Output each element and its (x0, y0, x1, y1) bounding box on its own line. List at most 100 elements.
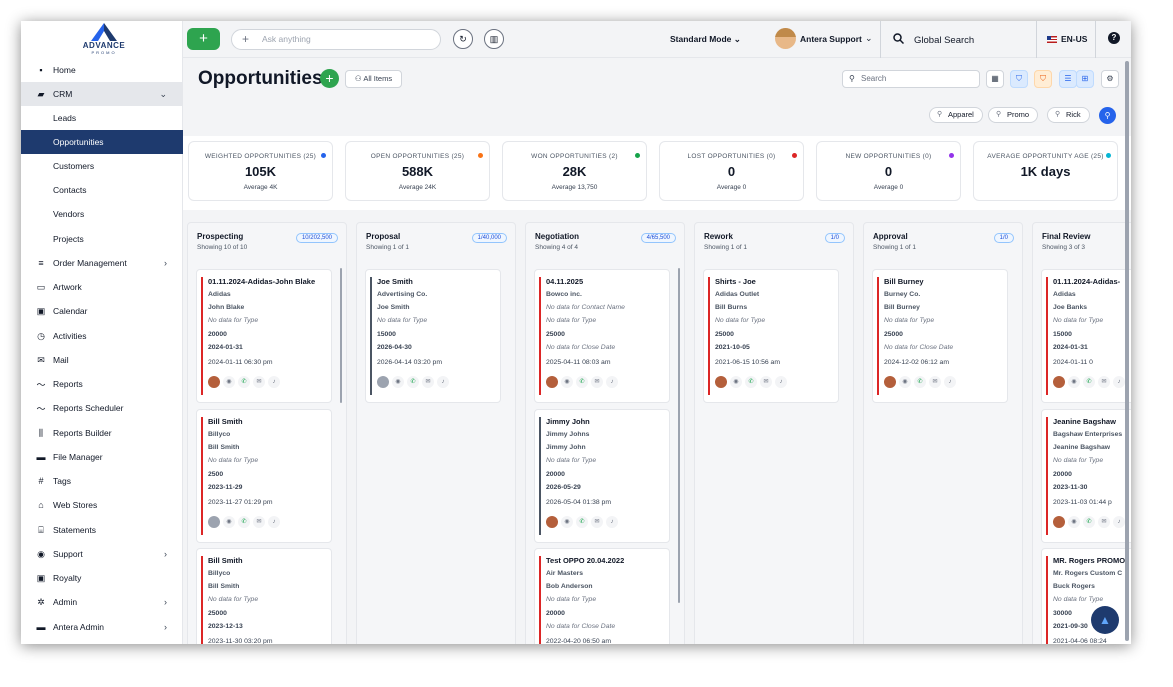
phone-icon[interactable]: ✆ (1083, 376, 1095, 388)
sidebar-item-activities[interactable]: ◷ Activities (21, 324, 183, 348)
sidebar-item-web-stores[interactable]: ⌂ Web Stores (21, 493, 183, 517)
bell-icon[interactable]: ♪ (437, 376, 449, 388)
sidebar-item-opportunities[interactable]: Opportunities (21, 130, 183, 154)
bar-chart-icon[interactable]: ▥ (484, 29, 504, 49)
mail-icon[interactable]: ✉ (929, 376, 941, 388)
mail-icon[interactable]: ✉ (591, 376, 603, 388)
mail-icon[interactable]: ✉ (760, 376, 772, 388)
avatar[interactable] (546, 516, 558, 528)
brand-logo[interactable]: ADVANCE PROMO (76, 23, 132, 59)
board-view-icon[interactable]: ⊞ (1076, 70, 1094, 88)
column-scrollbar[interactable] (678, 268, 680, 603)
column-scrollbar[interactable] (340, 268, 342, 403)
sidebar-item-order-management[interactable]: ≡ Order Management › (21, 251, 183, 275)
bell-icon[interactable]: ♪ (1113, 516, 1125, 528)
stat-card[interactable]: AVERAGE OPPORTUNITY AGE (25) 1K days (973, 141, 1118, 201)
avatar[interactable] (377, 376, 389, 388)
search-icon[interactable] (893, 33, 905, 47)
sidebar-item-projects[interactable]: Projects (21, 227, 183, 251)
eye-icon[interactable]: ◉ (1068, 376, 1080, 388)
sidebar-item-home[interactable]: ▪ Home (21, 58, 183, 82)
calendar-icon[interactable]: ▦ (986, 70, 1004, 88)
add-opportunity-button[interactable]: + (320, 69, 339, 88)
eye-icon[interactable]: ◉ (899, 376, 911, 388)
bell-icon[interactable]: ♪ (606, 516, 618, 528)
sidebar-item-admin[interactable]: ✲ Admin › (21, 590, 183, 614)
bell-icon[interactable]: ♪ (775, 376, 787, 388)
bell-icon[interactable]: ♪ (268, 516, 280, 528)
opportunity-card[interactable]: MR. Rogers PROMO Mr. Rogers Custom C Buck … (1041, 548, 1131, 644)
phone-icon[interactable]: ✆ (914, 376, 926, 388)
avatar[interactable] (884, 376, 896, 388)
sidebar-item-statements[interactable]: ⌸ Statements (21, 518, 183, 542)
filter-clear-icon[interactable]: ⛉ (1034, 70, 1052, 88)
mail-icon[interactable]: ✉ (253, 516, 265, 528)
eye-icon[interactable]: ◉ (561, 516, 573, 528)
stat-card[interactable]: WON OPPORTUNITIES (2) 28K Average 13,750 (502, 141, 647, 201)
sidebar-item-artwork[interactable]: ▭ Artwork (21, 275, 183, 299)
list-view-icon[interactable]: ☰ (1059, 70, 1077, 88)
user-avatar[interactable] (775, 28, 796, 49)
global-search-input[interactable]: Global Search (914, 35, 974, 46)
avatar[interactable] (1053, 376, 1065, 388)
bell-icon[interactable]: ♪ (1113, 376, 1125, 388)
settings-icon[interactable]: ⚙ (1101, 70, 1119, 88)
chevron-down-icon[interactable]: ⌄ (865, 33, 873, 44)
sidebar-item-contacts[interactable]: Contacts (21, 178, 183, 202)
sidebar-item-antera-admin[interactable]: ▬ Antera Admin › (21, 615, 183, 639)
sidebar-item-reports-scheduler[interactable]: 〜 Reports Scheduler (21, 396, 183, 420)
opportunity-card[interactable]: Test OPPO 20.04.2022 Air Masters Bob Ander… (534, 548, 670, 644)
stat-card[interactable]: NEW OPPORTUNITIES (0) 0 Average 0 (816, 141, 961, 201)
opportunity-card[interactable]: Jimmy John Jimmy Johns Jimmy John No data f… (534, 409, 670, 543)
sidebar-item-file-manager[interactable]: ▬ File Manager (21, 445, 183, 469)
eye-icon[interactable]: ◉ (223, 376, 235, 388)
quick-add-button[interactable]: + (187, 28, 220, 50)
mail-icon[interactable]: ✉ (1098, 376, 1110, 388)
search-input[interactable]: ⚲ Search (842, 70, 980, 88)
phone-icon[interactable]: ✆ (238, 376, 250, 388)
sidebar-item-royalty[interactable]: ▣ Royalty (21, 566, 183, 590)
bell-icon[interactable]: ♪ (268, 376, 280, 388)
language-selector[interactable]: EN-US (1061, 34, 1087, 44)
opportunity-card[interactable]: Shirts - Joe Adidas Outlet Bill Burns No da… (703, 269, 839, 403)
sidebar-item-vendors[interactable]: Vendors (21, 202, 183, 226)
filter-chip[interactable]: ⚲ Promo (988, 107, 1039, 123)
phone-icon[interactable]: ✆ (407, 376, 419, 388)
mail-icon[interactable]: ✉ (591, 516, 603, 528)
eye-icon[interactable]: ◉ (1068, 516, 1080, 528)
zoom-search-icon[interactable]: ⚲ (1099, 107, 1116, 124)
filter-icon[interactable]: ⛉ (1010, 70, 1028, 88)
opportunity-card[interactable]: Bill Smith Billyco Bill Smith No data for T… (196, 548, 332, 644)
avatar[interactable] (208, 376, 220, 388)
bell-icon[interactable]: ♪ (944, 376, 956, 388)
mode-selector[interactable]: Standard Mode ⌄ (670, 34, 741, 45)
bell-icon[interactable]: ♪ (606, 376, 618, 388)
ask-anything-input[interactable]: + Ask anything (231, 29, 441, 50)
filter-chip[interactable]: ⚲ Rick (1047, 107, 1090, 123)
sidebar-item-tags[interactable]: # Tags (21, 469, 183, 493)
avatar[interactable] (208, 516, 220, 528)
eye-icon[interactable]: ◉ (223, 516, 235, 528)
assistant-button[interactable]: ▲ (1091, 606, 1119, 634)
phone-icon[interactable]: ✆ (1083, 516, 1095, 528)
sidebar-item-leads[interactable]: Leads (21, 106, 183, 130)
sidebar-item-mail[interactable]: ✉ Mail (21, 348, 183, 372)
phone-icon[interactable]: ✆ (745, 376, 757, 388)
opportunity-card[interactable]: Bill Smith Billyco Bill Smith No data for T… (196, 409, 332, 543)
mail-icon[interactable]: ✉ (253, 376, 265, 388)
all-items-button[interactable]: ⚇ All Items (345, 70, 402, 88)
help-icon[interactable]: ? (1108, 32, 1120, 44)
avatar[interactable] (1053, 516, 1065, 528)
stat-card[interactable]: LOST OPPORTUNITIES (0) 0 Average 0 (659, 141, 804, 201)
phone-icon[interactable]: ✆ (576, 516, 588, 528)
sidebar-item-support[interactable]: ◉ Support › (21, 542, 183, 566)
opportunity-card[interactable]: 01.11.2024-Adidas- Adidas Joe Banks No data… (1041, 269, 1131, 403)
opportunity-card[interactable]: 04.11.2025 Bowco inc. No data for Contact … (534, 269, 670, 403)
phone-icon[interactable]: ✆ (576, 376, 588, 388)
opportunity-card[interactable]: Jeanine Bagshaw Bagshaw Enterprises Jeanin… (1041, 409, 1131, 543)
avatar[interactable] (715, 376, 727, 388)
eye-icon[interactable]: ◉ (561, 376, 573, 388)
sidebar-item-calendar[interactable]: ▣ Calendar (21, 299, 183, 323)
stat-card[interactable]: OPEN OPPORTUNITIES (25) 588K Average 24K (345, 141, 490, 201)
sidebar-item-crm[interactable]: ▰ CRM ⌄ (21, 82, 183, 106)
